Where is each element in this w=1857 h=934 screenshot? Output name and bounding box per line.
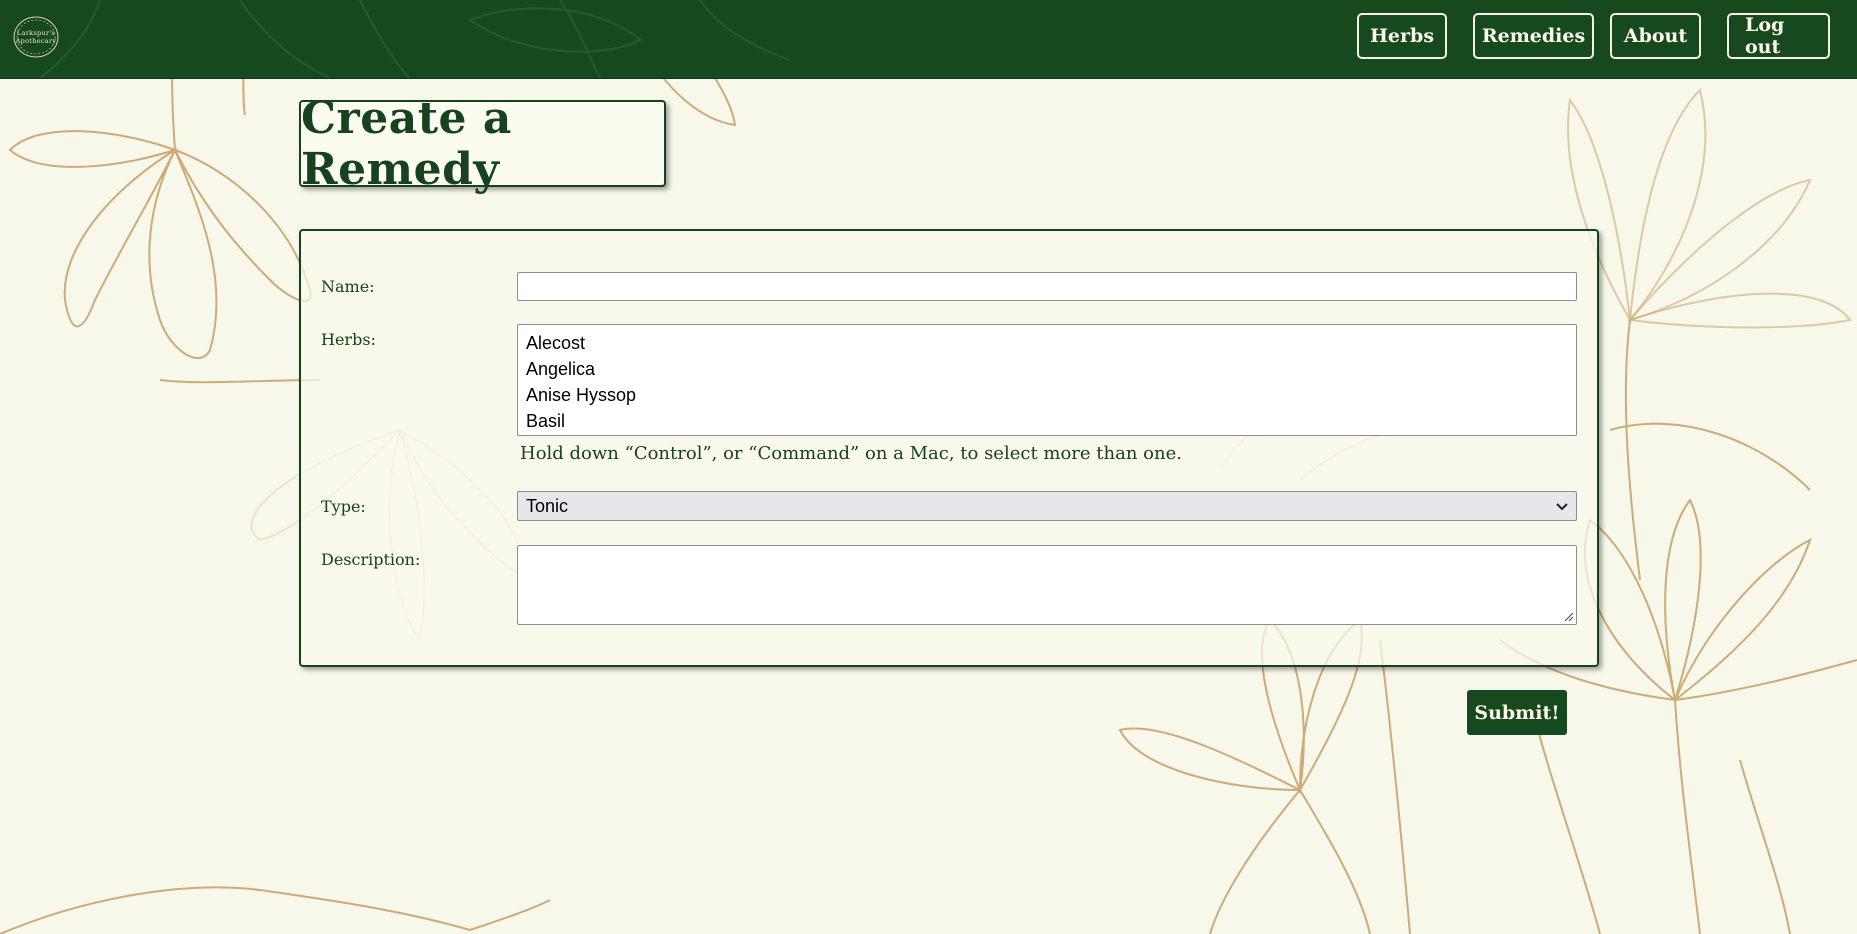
page-title: Create a Remedy [301,92,512,195]
nav-logout-button[interactable]: Log out [1727,13,1830,59]
chevron-down-icon [1556,503,1568,511]
logo-text-line2: Apothecary [15,37,57,45]
type-select[interactable]: Tonic [517,491,1577,521]
submit-button[interactable]: Submit! [1467,690,1567,735]
herb-option[interactable]: Basil [526,408,1568,434]
herb-option[interactable]: Alecost [526,330,1568,356]
nav-about-button[interactable]: About [1610,13,1701,59]
page-title-box: Create a Remedy [299,93,666,195]
description-textarea[interactable] [517,545,1577,625]
resize-grip-icon[interactable] [1562,610,1574,622]
nav-remedies-button[interactable]: Remedies [1473,13,1594,59]
herb-option[interactable]: Anise Hyssop [526,382,1568,408]
type-selected-value: Tonic [526,495,569,516]
main-nav: Herbs Remedies About Log out [1357,13,1830,59]
name-input[interactable] [517,272,1577,301]
type-label: Type: [321,497,366,516]
herbs-label: Herbs: [321,330,376,349]
larkspur-apothecary-logo[interactable]: Larkspur's Apothecary [11,14,61,60]
description-label: Description: [321,550,421,569]
create-remedy-form: Name: Herbs: Alecost Angelica Anise Hyss… [299,229,1599,667]
logo-text-line1: Larkspur's [16,29,56,37]
herbs-multiselect[interactable]: Alecost Angelica Anise Hyssop Basil [517,324,1577,436]
top-navbar: Larkspur's Apothecary Herbs Remedies Abo… [0,0,1857,79]
name-label: Name: [321,277,375,296]
nav-herbs-button[interactable]: Herbs [1357,13,1447,59]
herbs-help-text: Hold down “Control”, or “Command” on a M… [520,443,1182,464]
herb-option[interactable]: Angelica [526,356,1568,382]
